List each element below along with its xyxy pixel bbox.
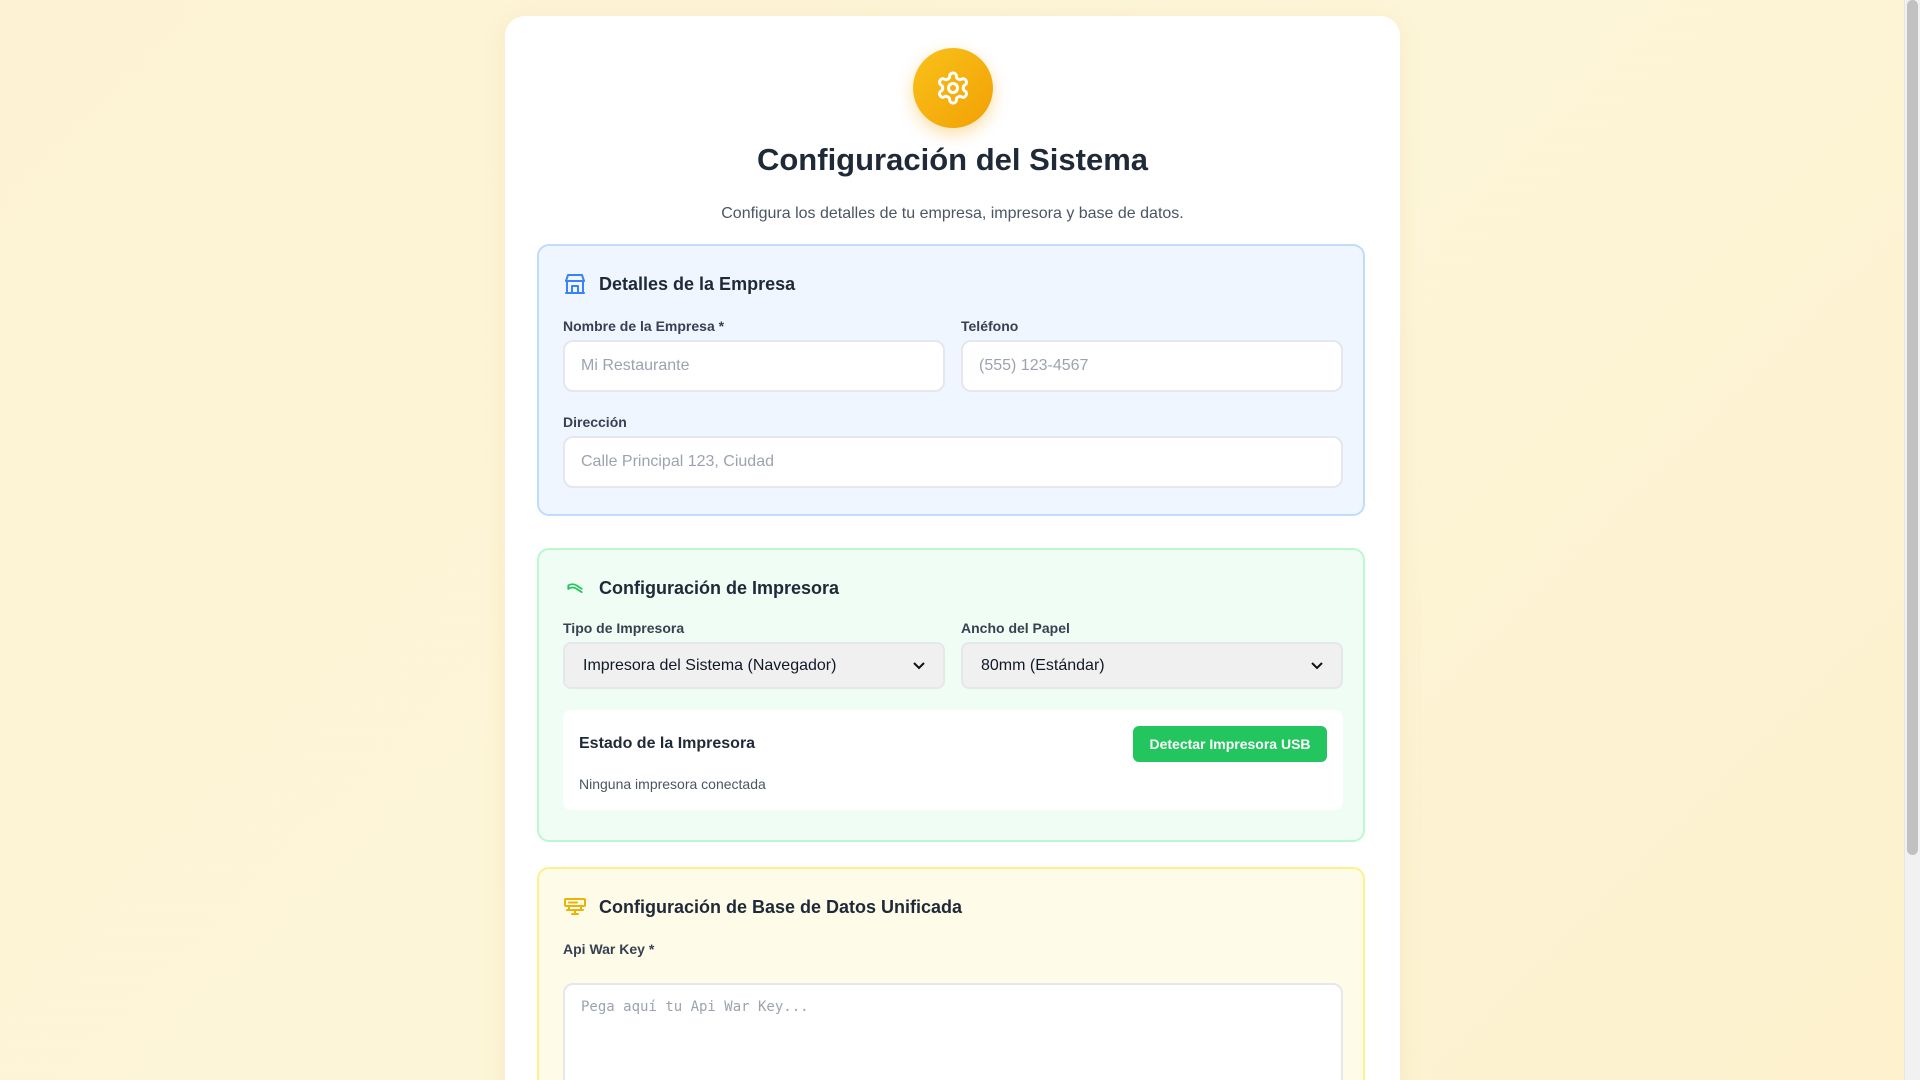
- phone-input[interactable]: [961, 340, 1343, 392]
- page-scrollbar[interactable]: [1904, 0, 1920, 1080]
- database-section-title: Configuración de Base de Datos Unificada: [599, 896, 963, 917]
- database-section: Configuración de Base de Datos Unificada…: [537, 867, 1365, 1080]
- address-input[interactable]: [563, 436, 1343, 488]
- printer-type-label: Tipo de Impresora: [563, 620, 685, 636]
- printer-status-panel: Estado de la Impresora Detectar Impresor…: [563, 710, 1343, 810]
- logo-badge: [913, 48, 993, 128]
- printer-section-title: Configuración de Impresora: [599, 577, 840, 598]
- paper-width-value: 80mm (Estándar): [981, 656, 1105, 674]
- detect-usb-printer-button[interactable]: Detectar Impresora USB: [1133, 726, 1327, 762]
- printer-section-header: Configuración de Impresora: [563, 576, 839, 600]
- phone-label: Teléfono: [961, 318, 1019, 334]
- scrollbar-thumb[interactable]: [1907, 0, 1918, 855]
- company-name-label: Nombre de la Empresa *: [563, 318, 725, 334]
- printer-type-value: Impresora del Sistema (Navegador): [583, 656, 837, 674]
- company-section-title: Detalles de la Empresa: [599, 273, 796, 294]
- chevron-down-icon: [1311, 659, 1323, 673]
- paper-width-label: Ancho del Papel: [961, 620, 1070, 636]
- printer-status-text: Ninguna impresora conectada: [579, 776, 766, 792]
- page-subtitle: Configura los detalles de tu empresa, im…: [721, 205, 1184, 222]
- printer-status-title: Estado de la Impresora: [579, 735, 756, 752]
- chevron-down-icon: [913, 659, 925, 673]
- page-title: Configuración del Sistema: [756, 142, 1148, 177]
- api-key-textarea[interactable]: [563, 983, 1343, 1080]
- printer-section: Configuración de Impresora Tipo de Impre…: [537, 548, 1365, 842]
- server-icon: [563, 895, 587, 919]
- config-card: Configuración del Sistema Configura los …: [505, 16, 1400, 1080]
- api-key-label: Api War Key *: [563, 941, 655, 957]
- gear-icon: [938, 71, 968, 105]
- paper-width-select[interactable]: 80mm (Estándar): [961, 642, 1343, 689]
- printer-type-select[interactable]: Impresora del Sistema (Navegador): [563, 642, 945, 689]
- company-section: Detalles de la Empresa Nombre de la Empr…: [537, 244, 1365, 516]
- company-name-input[interactable]: [563, 340, 945, 392]
- printer-icon: [563, 576, 587, 600]
- address-label: Dirección: [563, 414, 627, 430]
- database-section-header: Configuración de Base de Datos Unificada: [563, 895, 962, 919]
- building-icon: [563, 272, 587, 296]
- company-section-header: Detalles de la Empresa: [563, 272, 795, 296]
